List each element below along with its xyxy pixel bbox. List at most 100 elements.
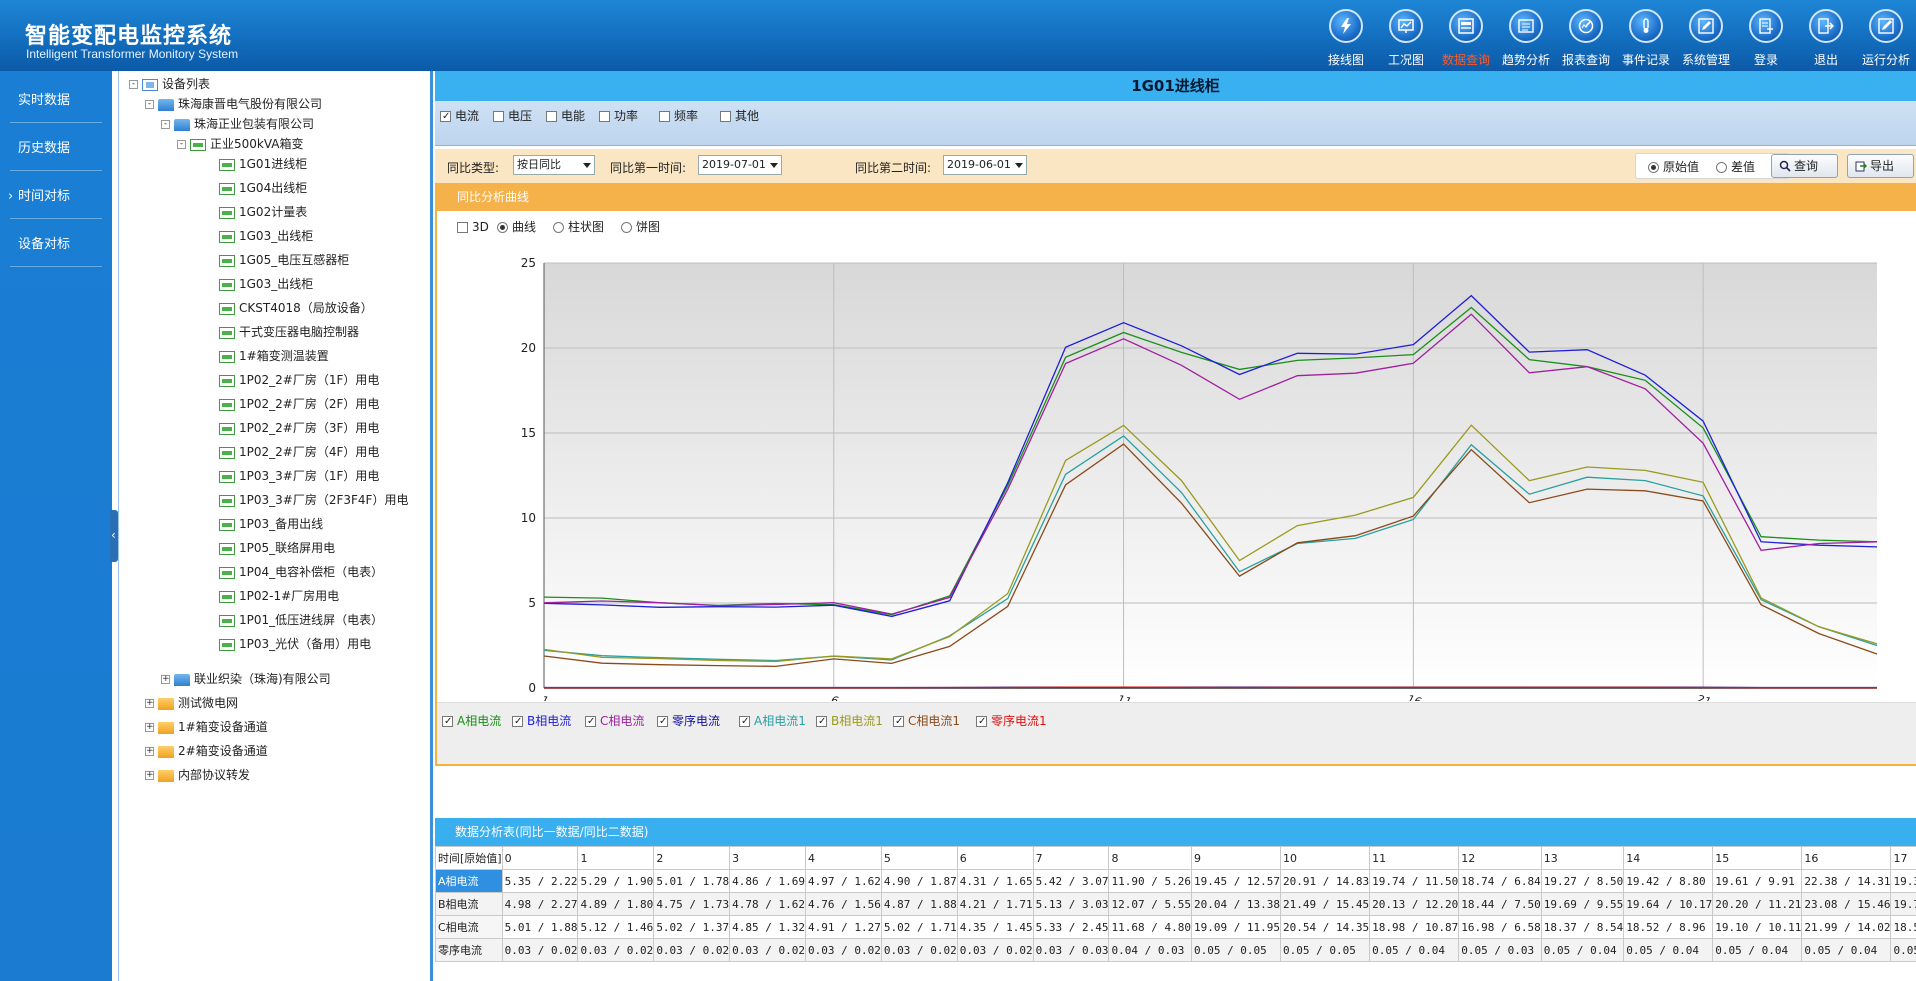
expand-toggle-icon[interactable]: +	[145, 747, 154, 756]
tree-node-device[interactable]: 1G05_电压互感器柜	[219, 250, 349, 270]
tree-node-device[interactable]: 1P03_3#厂房（1F）用电	[219, 466, 379, 486]
tree-node-device[interactable]: 1P02-1#厂房用电	[219, 586, 339, 606]
column-header[interactable]: 10	[1280, 846, 1371, 870]
sidebar-collapse-handle[interactable]: ‹	[110, 510, 118, 562]
column-header[interactable]: 3	[729, 846, 807, 870]
legend-item[interactable]: B相电流1	[816, 712, 883, 729]
nav-gauge[interactable]: 报表查询	[1556, 0, 1616, 71]
legend-item[interactable]: C相电流	[585, 712, 644, 729]
table-row[interactable]: C相电流 5.01 / 1.88 5.12 / 1.46 5.02 / 1.37 4.8…	[435, 915, 1916, 939]
tree-node-device[interactable]: CKST4018（局放设备）	[219, 298, 373, 318]
tree-node-device[interactable]: 1P02_2#厂房（3F）用电	[219, 418, 379, 438]
tree-node-device[interactable]: 1#箱变测温装置	[219, 346, 329, 366]
filter-checkbox[interactable]: 电能	[546, 108, 585, 124]
bar-radio[interactable]: 柱状图	[553, 219, 604, 235]
column-header[interactable]: 13	[1540, 846, 1625, 870]
compare-type-select[interactable]: 按日同比	[513, 155, 595, 175]
filter-checkbox[interactable]: 功率	[599, 108, 638, 124]
column-header[interactable]: 7	[1032, 846, 1110, 870]
query-button[interactable]: 查询	[1771, 154, 1838, 178]
tree-node-folder[interactable]: +2#箱变设备通道	[145, 741, 268, 761]
expand-toggle-icon[interactable]: +	[161, 675, 170, 684]
sidebar-item-realtime[interactable]: 实时数据	[10, 79, 102, 123]
collapse-toggle-icon[interactable]: -	[161, 120, 170, 129]
tree-node-folder[interactable]: + 测试微电网	[145, 693, 238, 713]
column-header[interactable]: 1	[577, 846, 655, 870]
column-header[interactable]: 12	[1458, 846, 1542, 870]
second-time-picker[interactable]: 2019-06-01	[943, 155, 1027, 175]
tree-node-device[interactable]: 1P03_光伏（备用）用电	[219, 634, 371, 654]
table-row[interactable]: A相电流 5.35 / 2.22 5.29 / 1.90 5.01 / 1.78 4.8…	[435, 869, 1916, 893]
column-header[interactable]: 16	[1801, 846, 1892, 870]
export-button[interactable]: 导出	[1847, 154, 1914, 178]
filter-checkbox[interactable]: 其他	[720, 108, 759, 124]
tree-node-device[interactable]: 1P02_2#厂房（2F）用电	[219, 394, 379, 414]
mode-diff-radio[interactable]: 差值	[1716, 159, 1755, 175]
tree-node-device[interactable]: 1P05_联络屏用电	[219, 538, 335, 558]
tree-node-device[interactable]: 干式变压器电脑控制器	[219, 322, 359, 342]
table-row[interactable]: B相电流 4.98 / 2.27 4.89 / 1.80 4.75 / 1.73 4.7…	[435, 892, 1916, 916]
tree-node-root[interactable]: - 设备列表	[129, 74, 210, 94]
tree-node-device[interactable]: 1G02计量表	[219, 202, 307, 222]
column-header[interactable]: 11	[1369, 846, 1460, 870]
curve-radio[interactable]: 曲线	[497, 219, 536, 235]
nav-login[interactable]: 登录	[1736, 0, 1796, 71]
nav-lightning[interactable]: 接线图	[1316, 0, 1376, 71]
column-header[interactable]: 6	[956, 846, 1034, 870]
legend-item[interactable]: B相电流	[512, 712, 571, 729]
three-d-checkbox[interactable]: 3D	[457, 219, 489, 235]
tree-node-company[interactable]: + 联业织染（珠海)有限公司	[161, 669, 331, 689]
tree-node-station[interactable]: - 正业500kVA箱变	[177, 134, 304, 154]
column-header[interactable]: 5	[880, 846, 958, 870]
table-row[interactable]: 零序电流 0.03 / 0.02 0.03 / 0.02 0.03 / 0.02 0.0…	[435, 938, 1916, 962]
tree-node-folder[interactable]: + 内部协议转发	[145, 765, 250, 785]
column-header[interactable]: 4	[805, 846, 882, 870]
sidebar-item-device-compare[interactable]: 设备对标	[10, 223, 102, 267]
nav-monitor-chart[interactable]: 工况图	[1376, 0, 1436, 71]
nav-thermometer[interactable]: 事件记录	[1616, 0, 1676, 71]
expand-toggle-icon[interactable]: +	[145, 771, 154, 780]
expand-toggle-icon[interactable]: +	[145, 723, 154, 732]
tree-node-device[interactable]: 1G04出线柜	[219, 178, 307, 198]
collapse-toggle-icon[interactable]: -	[129, 80, 138, 89]
tree-node-device[interactable]: 1P02_2#厂房（4F）用电	[219, 442, 379, 462]
first-time-picker[interactable]: 2019-07-01	[698, 155, 782, 175]
nav-pen[interactable]: 运行分析	[1856, 0, 1916, 71]
tree-node-company[interactable]: - 珠海康晋电气股份有限公司	[145, 94, 322, 114]
filter-checkbox[interactable]: 电压	[493, 108, 532, 124]
sidebar-item-history[interactable]: 历史数据	[10, 127, 102, 171]
legend-item[interactable]: C相电流1	[893, 712, 960, 729]
nav-edit[interactable]: 系统管理	[1676, 0, 1736, 71]
nav-data-screen[interactable]: 数据查询	[1436, 0, 1496, 71]
column-header[interactable]: 9	[1190, 846, 1282, 870]
sidebar-item-time-compare[interactable]: 时间对标	[8, 175, 102, 219]
legend-item[interactable]: A相电流	[442, 712, 501, 729]
filter-checkbox[interactable]: 电流	[440, 108, 479, 124]
pie-radio[interactable]: 饼图	[621, 219, 660, 235]
legend-item[interactable]: 零序电流1	[976, 712, 1047, 729]
tree-node-device[interactable]: 1P03_备用出线	[219, 514, 323, 534]
legend-item[interactable]: A相电流1	[739, 712, 806, 729]
tree-node-device[interactable]: 1G03_出线柜	[219, 226, 313, 246]
mode-raw-radio[interactable]: 原始值	[1648, 159, 1699, 175]
column-header[interactable]: 14	[1623, 846, 1714, 870]
tree-node-device[interactable]: 1P04_电容补偿柜（电表）	[219, 562, 383, 582]
tree-node-device[interactable]: 1P01_低压进线屏（电表）	[219, 610, 383, 630]
column-header[interactable]: 15	[1712, 846, 1803, 870]
expand-toggle-icon[interactable]: +	[145, 699, 154, 708]
column-header[interactable]: 17	[1890, 846, 1916, 870]
tree-node-device[interactable]: 1P02_2#厂房（1F）用电	[219, 370, 379, 390]
filter-checkbox[interactable]: 频率	[659, 108, 698, 124]
column-header[interactable]: 8	[1108, 846, 1192, 870]
tree-node-company[interactable]: - 珠海正业包装有限公司	[161, 114, 314, 134]
column-header[interactable]: 0	[501, 846, 579, 870]
tree-node-device[interactable]: 1P03_3#厂房（2F3F4F）用电	[219, 490, 408, 510]
tree-node-folder[interactable]: +1#箱变设备通道	[145, 717, 268, 737]
tree-node-device[interactable]: 1G03_出线柜	[219, 274, 313, 294]
column-header[interactable]: 2	[653, 846, 731, 870]
collapse-toggle-icon[interactable]: -	[177, 140, 186, 149]
nav-list[interactable]: 趋势分析	[1496, 0, 1556, 71]
legend-item[interactable]: 零序电流	[657, 712, 720, 729]
nav-exit[interactable]: 退出	[1796, 0, 1856, 71]
tree-node-device[interactable]: 1G01进线柜	[219, 154, 307, 174]
